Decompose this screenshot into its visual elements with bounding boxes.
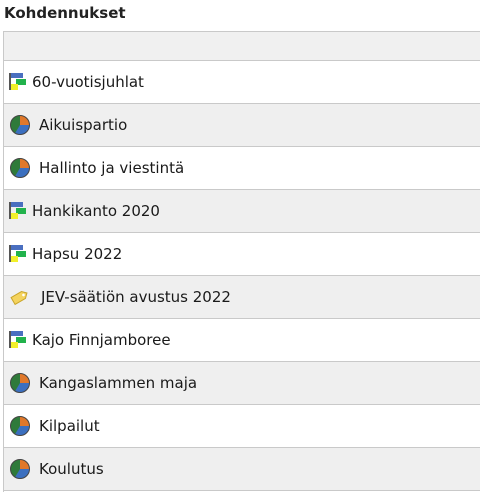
list-item-kangaslammen-maja[interactable]: Kangaslammen maja (4, 362, 480, 405)
list-item-label: Kilpailut (39, 417, 100, 435)
list-item-kajo-finnjamboree[interactable]: Kajo Finnjamboree (4, 319, 480, 362)
allocation-list: 60-vuotisjuhlat Aikuispartio Hallinto ja… (3, 31, 480, 492)
pie-chart-icon (9, 372, 31, 394)
pie-chart-icon (9, 415, 31, 437)
list-item-hapsu-2022[interactable]: Hapsu 2022 (4, 233, 480, 276)
list-item-label: Aikuispartio (39, 116, 128, 134)
list-item-label: 60-vuotisjuhlat (32, 73, 144, 91)
list-item-aikuispartio[interactable]: Aikuispartio (4, 104, 480, 147)
list-item-label: Koulutus (39, 460, 104, 478)
pie-chart-icon (9, 114, 31, 136)
list-item-kilpailut[interactable]: Kilpailut (4, 405, 480, 448)
pie-chart-icon (9, 157, 31, 179)
list-item-label: Hapsu 2022 (32, 245, 123, 263)
project-gantt-icon (8, 329, 28, 351)
panel-title: Kohdennukset (4, 4, 126, 22)
list-item-hallinto-ja-viestinta[interactable]: Hallinto ja viestintä (4, 147, 480, 190)
tag-icon (10, 286, 32, 308)
list-item-jev-saation-avustus-2022[interactable]: JEV-säätiön avustus 2022 (4, 276, 480, 319)
list-item-koulutus[interactable]: Koulutus (4, 448, 480, 491)
list-item-label: JEV-säätiön avustus 2022 (41, 288, 231, 306)
project-gantt-icon (8, 71, 28, 93)
list-item-label: Hallinto ja viestintä (39, 159, 185, 177)
list-item-label: Kangaslammen maja (39, 374, 198, 392)
list-header[interactable] (4, 32, 480, 61)
list-item-label: Kajo Finnjamboree (32, 331, 171, 349)
pie-chart-icon (9, 458, 31, 480)
project-gantt-icon (8, 243, 28, 265)
list-item-hankikanto-2020[interactable]: Hankikanto 2020 (4, 190, 480, 233)
project-gantt-icon (8, 200, 28, 222)
list-item-label: Hankikanto 2020 (32, 202, 160, 220)
list-item-60-vuotisjuhlat[interactable]: 60-vuotisjuhlat (4, 61, 480, 104)
